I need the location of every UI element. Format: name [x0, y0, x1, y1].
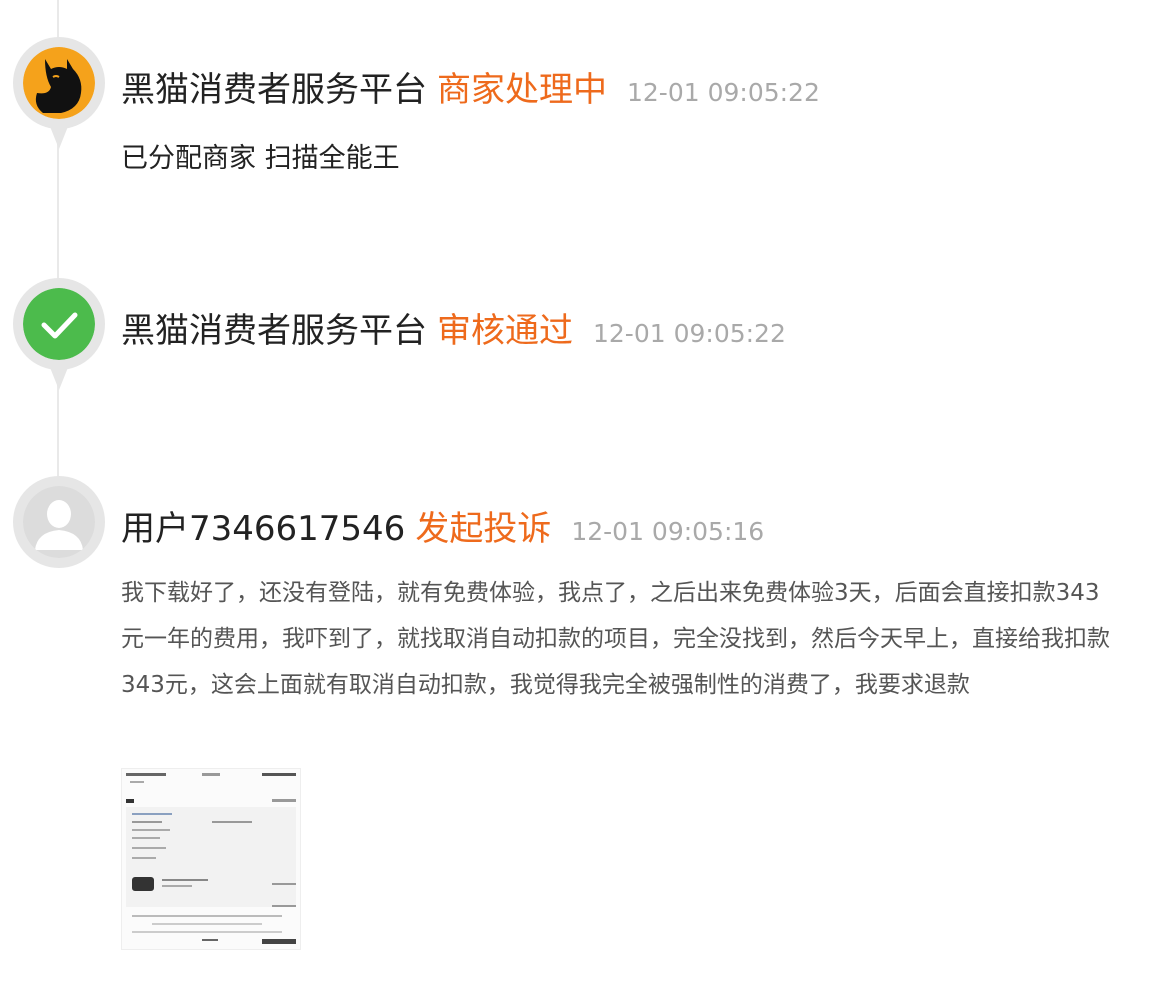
timestamp: 12-01 09:05:16: [571, 517, 765, 546]
black-cat-logo-icon: [23, 47, 95, 119]
status-label: 发起投诉: [415, 509, 552, 549]
green-check-icon: [23, 288, 95, 360]
avatar: [13, 278, 105, 396]
avatar: [13, 37, 105, 155]
timestamp: 12-01 09:05:22: [627, 78, 820, 107]
actor-name: 黑猫消费者服务平台: [121, 70, 427, 110]
avatar: [13, 476, 105, 594]
entry-detail: 已分配商家 扫描全能王: [121, 143, 400, 174]
complaint-text: 我下载好了，还没有登陆，就有免费体验，我点了，之后出来免费体验3天，后面会直接扣…: [121, 580, 1110, 698]
actor-name: 黑猫消费者服务平台: [121, 311, 427, 351]
actor-name: 用户7346617546: [121, 509, 406, 549]
screenshot-thumbnail-icon[interactable]: [121, 768, 301, 950]
default-user-avatar-icon: [23, 486, 95, 558]
status-label: 审核通过: [437, 311, 573, 351]
timestamp: 12-01 09:05:22: [593, 319, 786, 348]
status-label: 商家处理中: [437, 70, 607, 110]
